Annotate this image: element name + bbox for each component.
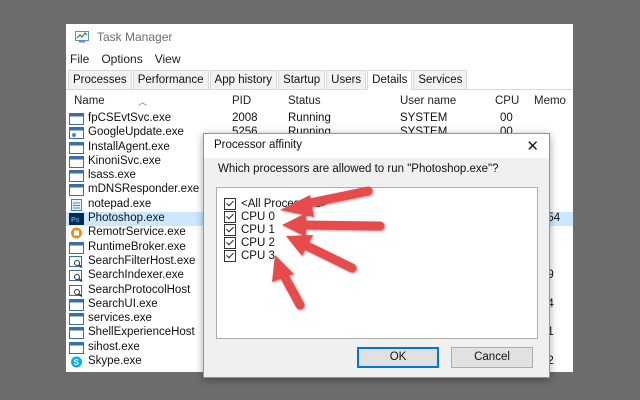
annotation-arrow-icon: [272, 255, 305, 310]
annotation-arrow-icon: [282, 213, 385, 237]
annotation-arrow-icon: [286, 235, 357, 273]
annotation-arrow-icon: [280, 186, 373, 217]
annotation-overlay: [272, 186, 385, 310]
